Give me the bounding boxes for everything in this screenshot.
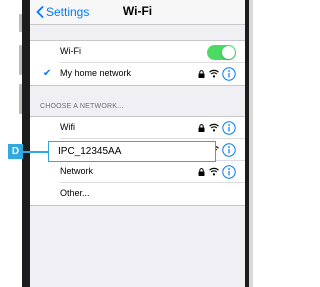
- callout-label-tag: D: [8, 144, 23, 159]
- info-icon[interactable]: [222, 67, 236, 81]
- network-status-icons: [198, 165, 240, 179]
- highlighted-network-name: IPC_12345AA: [58, 146, 122, 157]
- info-icon[interactable]: [222, 165, 236, 179]
- network-status-icons: [198, 121, 240, 135]
- network-name: Network: [60, 166, 94, 176]
- wifi-toggle-row: Wi-Fi: [30, 41, 245, 63]
- info-icon[interactable]: [222, 121, 236, 135]
- wifi-status-group: Wi-Fi ✔ My home network: [30, 40, 245, 86]
- network-status-icons: [198, 67, 240, 81]
- other-network-label: Other...: [60, 188, 90, 198]
- phone-right-frame: [245, 0, 253, 287]
- other-network-row[interactable]: Other...: [30, 183, 245, 205]
- section-header: CHOOSE A NETWORK...: [40, 103, 124, 110]
- highlighted-network-box[interactable]: IPC_12345AA: [48, 141, 216, 162]
- checkmark-icon: ✔: [43, 68, 52, 79]
- wifi-signal-icon: [209, 123, 219, 132]
- network-name: Wifi: [60, 122, 75, 132]
- wifi-signal-icon: [209, 69, 219, 78]
- navigation-bar: Settings Wi-Fi: [30, 0, 245, 25]
- wifi-signal-icon: [209, 167, 219, 176]
- current-network-name: My home network: [60, 68, 132, 78]
- lock-icon: [198, 124, 205, 132]
- current-network-row[interactable]: ✔ My home network: [30, 63, 245, 85]
- lock-icon: [198, 70, 205, 78]
- toggle-knob: [222, 46, 235, 59]
- phone-edge: [249, 0, 253, 287]
- info-icon[interactable]: [222, 143, 236, 157]
- phone-bezel-left: [22, 0, 30, 287]
- wifi-toggle-switch[interactable]: [207, 45, 236, 60]
- network-row[interactable]: Wifi: [30, 117, 245, 139]
- callout-connector-line: [23, 151, 48, 153]
- page-title: Wi-Fi: [122, 4, 153, 18]
- network-row[interactable]: Network: [30, 161, 245, 183]
- wifi-toggle-label: Wi-Fi: [60, 46, 81, 56]
- lock-icon: [198, 168, 205, 176]
